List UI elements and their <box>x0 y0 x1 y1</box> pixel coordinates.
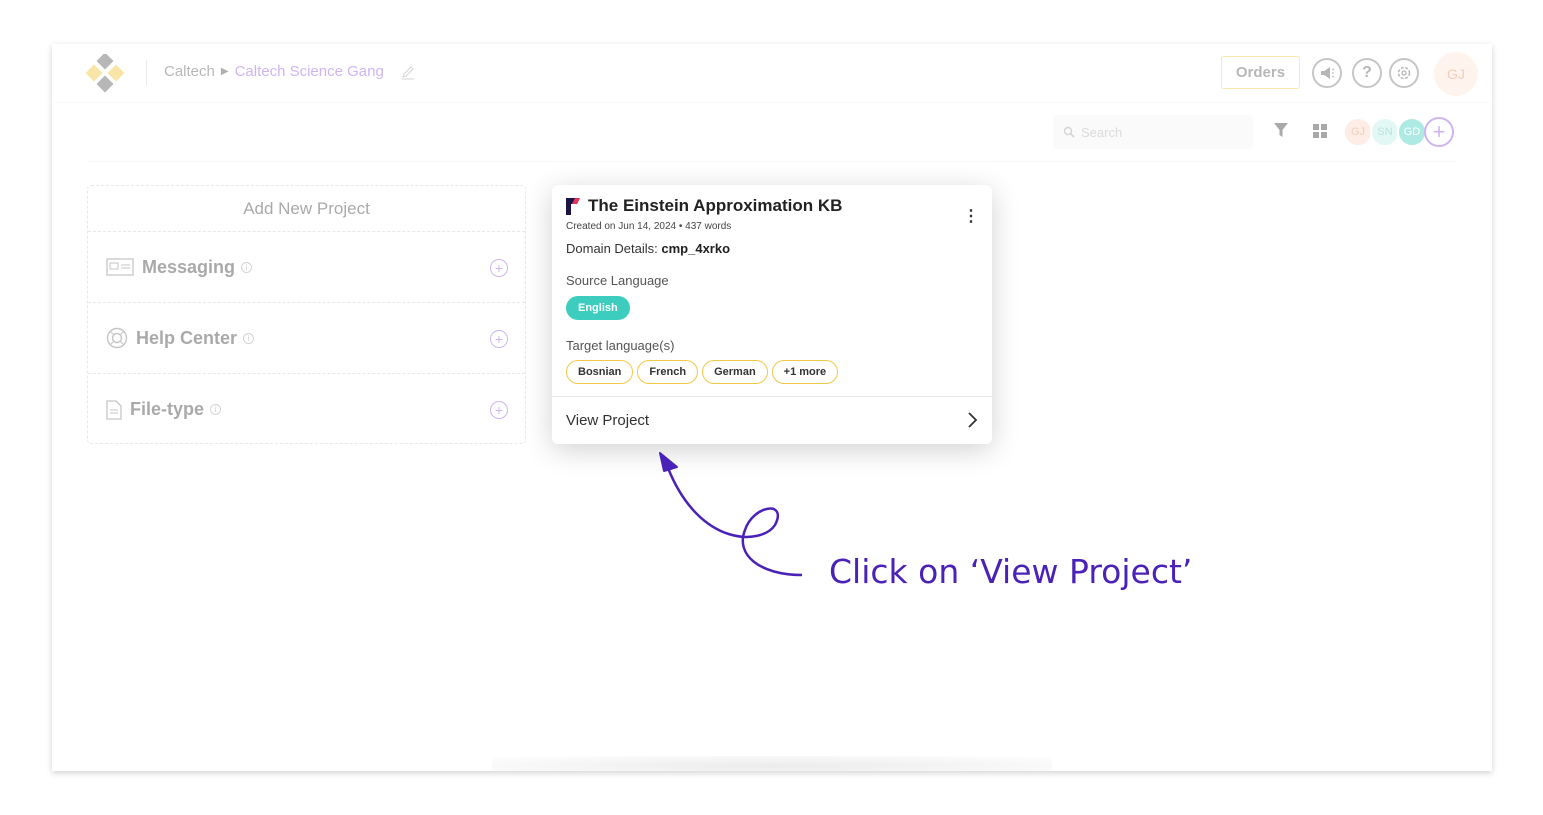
project-type-file-type[interactable]: File-type i + <box>88 374 525 445</box>
caret-right-icon: ▶ <box>220 66 229 77</box>
add-project-panel: Add New Project Messaging i + Help Cente… <box>87 185 526 444</box>
card-header: The Einstein Approximation KB <box>566 196 842 216</box>
target-language-badge: German <box>702 360 768 384</box>
created-date: Created on Jun 14, 2024 <box>566 221 677 232</box>
filter-icon[interactable] <box>1274 123 1288 137</box>
project-title: The Einstein Approximation KB <box>588 196 843 215</box>
search-input[interactable]: Search <box>1053 115 1253 149</box>
divider <box>146 60 147 86</box>
app-logo[interactable] <box>86 54 126 94</box>
add-project-title: Add New Project <box>88 186 525 232</box>
annotation-text: Click on ‘View Project’ <box>829 552 1193 591</box>
add-help-center-button[interactable]: + <box>490 330 508 348</box>
project-type-label: File-type <box>130 399 205 419</box>
target-language-label: Target language(s) <box>566 338 675 353</box>
grid-view-icon[interactable] <box>1313 124 1327 138</box>
project-type-icon <box>566 197 580 215</box>
add-member-button[interactable]: + <box>1424 117 1454 147</box>
member-avatar[interactable]: SN <box>1370 117 1400 147</box>
domain-label: Domain Details: <box>566 241 658 256</box>
search-placeholder: Search <box>1081 124 1123 140</box>
project-meta: Created on Jun 14, 2024 • 437 words <box>566 221 732 232</box>
orders-button[interactable]: Orders <box>1221 56 1300 89</box>
add-file-type-button[interactable]: + <box>490 401 508 419</box>
more-options-icon[interactable]: ⋮ <box>963 209 979 225</box>
top-bar: Caltech ▶ Caltech Science Gang Orders ? … <box>52 44 1492 103</box>
project-card: The Einstein Approximation KB ⋮ Created … <box>552 185 992 444</box>
info-icon: i <box>210 404 222 415</box>
breadcrumb-org[interactable]: Caltech <box>164 63 215 80</box>
app-window: Caltech ▶ Caltech Science Gang Orders ? … <box>52 44 1492 771</box>
announcement-icon[interactable] <box>1312 58 1342 88</box>
project-type-messaging[interactable]: Messaging i + <box>88 232 525 303</box>
help-icon[interactable]: ? <box>1352 58 1382 88</box>
pencil-icon[interactable] <box>400 64 416 80</box>
toolbar: Search GJ SN GD + <box>87 103 1457 162</box>
project-type-label: Messaging <box>142 256 236 277</box>
lifebuoy-icon <box>106 327 128 349</box>
project-type-label: Help Center <box>136 327 238 348</box>
breadcrumb: Caltech ▶ Caltech Science Gang <box>164 63 416 80</box>
member-avatars: GJ SN GD + <box>1343 117 1454 147</box>
member-avatar[interactable]: GJ <box>1343 117 1373 147</box>
user-avatar[interactable]: GJ <box>1434 52 1478 96</box>
domain-value: cmp_4xrko <box>661 241 731 256</box>
file-icon <box>106 399 122 420</box>
messaging-icon <box>106 258 134 276</box>
project-type-help-center[interactable]: Help Center i + <box>88 303 525 374</box>
info-icon: i <box>241 261 253 273</box>
word-count: 437 words <box>685 221 732 232</box>
settings-icon[interactable] <box>1389 58 1419 88</box>
add-messaging-button[interactable]: + <box>490 259 508 277</box>
member-avatar[interactable]: GD <box>1397 117 1427 147</box>
more-languages-badge[interactable]: +1 more <box>771 360 839 384</box>
view-project-button[interactable]: View Project <box>552 397 992 444</box>
info-icon: i <box>243 332 255 344</box>
target-language-badge: Bosnian <box>566 360 634 384</box>
breadcrumb-project[interactable]: Caltech Science Gang <box>235 63 384 80</box>
target-language-badge: French <box>637 360 699 384</box>
source-language-label: Source Language <box>566 273 669 288</box>
search-icon <box>1063 126 1075 138</box>
source-language-badge: English <box>566 296 630 320</box>
shadow <box>492 756 1052 771</box>
chevron-right-icon <box>968 412 978 428</box>
view-project-label: View Project <box>566 412 650 429</box>
domain-details: Domain Details: cmp_4xrko <box>566 241 730 256</box>
target-languages: Bosnian French German +1 more <box>566 360 839 384</box>
